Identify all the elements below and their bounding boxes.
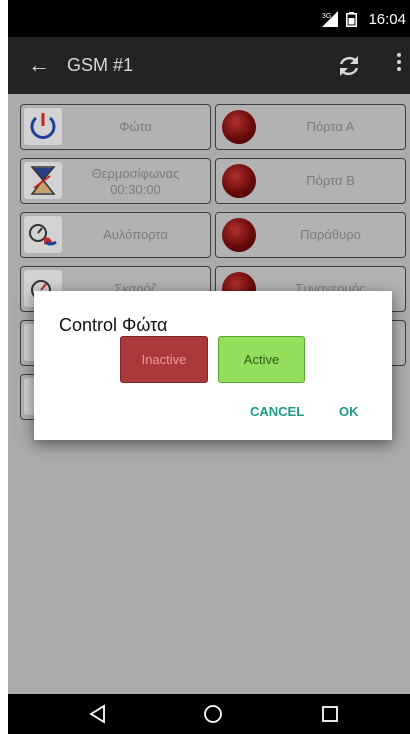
door-remote-icon (24, 216, 62, 253)
network-type-label: 3G (322, 13, 331, 20)
tile-label: Θερμοσίφωνας 00:30:00 (67, 166, 204, 198)
signal-icon: 3G (322, 11, 338, 27)
tile-timer: 00:30:00 (110, 182, 161, 197)
battery-icon (346, 12, 357, 27)
tile-label: Παράθυρο (300, 227, 361, 242)
tile-label: Πόρτα Β (306, 173, 355, 188)
back-nav-icon[interactable] (88, 704, 108, 724)
refresh-icon[interactable] (336, 53, 362, 79)
cancel-button[interactable]: CANCEL (250, 404, 304, 419)
tile-title: Θερμοσίφωνας (91, 166, 180, 181)
dialog-title: Control Φώτα (59, 315, 168, 335)
tile-label: Αυλόπορτα (103, 227, 168, 242)
hourglass-icon (24, 162, 62, 199)
recents-nav-icon[interactable] (320, 704, 340, 724)
status-tile-door-a[interactable]: Πόρτα Α (215, 104, 406, 150)
power-icon (24, 108, 62, 145)
home-nav-icon[interactable] (203, 704, 223, 724)
page-title: GSM #1 (67, 55, 134, 75)
inactive-button[interactable]: Inactive (120, 336, 208, 383)
status-time: 16:04 (368, 11, 406, 28)
red-indicator-icon (222, 110, 256, 144)
control-tile-lights[interactable]: Φώτα (20, 104, 211, 150)
status-bar: 3G 16:04 (8, 0, 410, 37)
red-indicator-icon (222, 164, 256, 198)
red-indicator-icon (222, 218, 256, 252)
active-button[interactable]: Active (218, 336, 305, 383)
app-bar: ← GSM #1 (8, 37, 410, 94)
tile-label: Πόρτα Α (306, 119, 355, 134)
overflow-menu-icon[interactable] (396, 53, 402, 74)
ok-button[interactable]: OK (339, 404, 359, 419)
status-tile-window[interactable]: Παράθυρο (215, 212, 406, 258)
control-dialog: Control Φώτα Inactive Active CANCEL OK (34, 291, 392, 440)
tile-label: Φώτα (119, 119, 152, 134)
status-tile-door-b[interactable]: Πόρτα Β (215, 158, 406, 204)
control-tile-yard-gate[interactable]: Αυλόπορτα (20, 212, 211, 258)
control-tile-water-heater[interactable]: Θερμοσίφωνας 00:30:00 (20, 158, 211, 204)
nav-bar (8, 694, 410, 734)
back-arrow-icon[interactable]: ← (28, 52, 50, 78)
